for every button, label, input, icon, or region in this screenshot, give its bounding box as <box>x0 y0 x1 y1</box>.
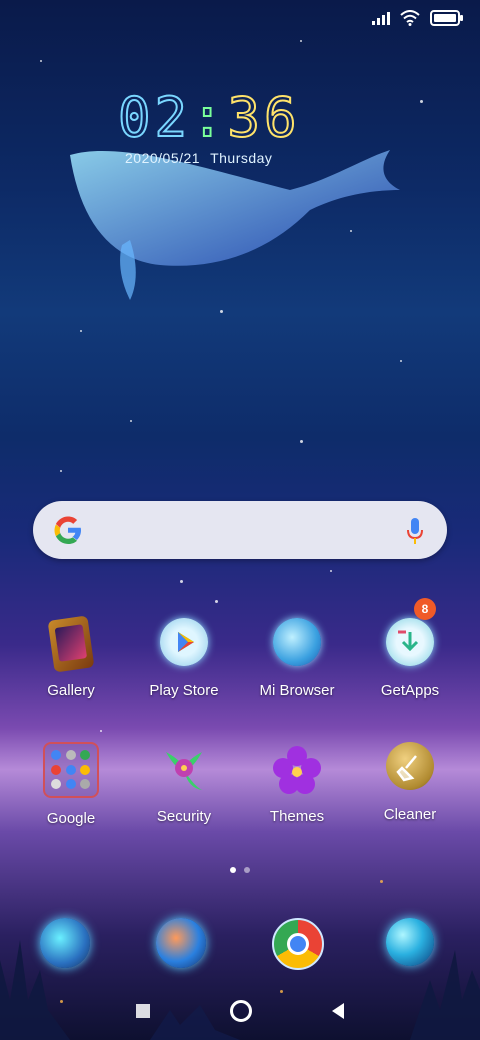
play-store-icon <box>160 618 208 666</box>
mi-browser-icon <box>273 618 321 666</box>
koi-app-icon <box>156 918 206 968</box>
mic-icon[interactable] <box>405 516 425 546</box>
clock-minutes: 36 <box>227 85 301 150</box>
app-themes[interactable]: Themes <box>242 742 352 825</box>
date-value: 2020/05/21 <box>125 150 201 166</box>
app-gallery[interactable]: Gallery <box>16 615 126 699</box>
app-cleaner[interactable]: Cleaner <box>355 742 465 823</box>
battery-icon <box>430 10 463 26</box>
clock-widget[interactable]: 02:36 <box>117 85 301 150</box>
app-label: GetApps <box>380 682 440 699</box>
dock-fish-app[interactable] <box>40 918 90 968</box>
app-play-store[interactable]: Play Store <box>129 618 239 699</box>
navigation-bar <box>0 1000 480 1022</box>
page-dot <box>244 867 250 873</box>
app-getapps[interactable]: 8 GetApps <box>355 598 465 699</box>
dock-sphere-app[interactable] <box>386 918 434 966</box>
google-search-bar[interactable] <box>33 501 447 559</box>
home-button[interactable] <box>230 1000 252 1022</box>
gallery-icon <box>47 615 95 673</box>
app-label: Security <box>156 808 212 825</box>
date-label: 2020/05/21 Thursday <box>125 150 282 166</box>
page-indicator <box>0 867 480 873</box>
app-label: Themes <box>269 808 325 825</box>
app-label: Play Store <box>149 682 219 699</box>
clock-hours: 02 <box>117 85 192 150</box>
security-flower-icon <box>156 742 212 798</box>
signal-icon <box>372 11 390 25</box>
wifi-icon <box>400 10 420 26</box>
google-g-icon <box>54 516 81 544</box>
page-dot-active <box>230 867 236 873</box>
folder-google[interactable]: Google <box>16 742 126 827</box>
status-bar <box>372 10 463 26</box>
app-label: Gallery <box>47 682 95 699</box>
app-label: Google <box>46 810 96 827</box>
sphere-app-icon <box>386 918 434 966</box>
back-button[interactable] <box>332 1003 344 1019</box>
app-security[interactable]: Security <box>129 742 239 825</box>
recents-button[interactable] <box>136 1004 150 1018</box>
clock-colon: : <box>190 85 228 150</box>
notification-badge: 8 <box>414 598 436 620</box>
themes-flower-icon <box>269 742 325 798</box>
getapps-icon: 8 <box>386 598 436 666</box>
chrome-icon <box>272 918 324 970</box>
dock-chrome[interactable] <box>272 918 324 970</box>
google-folder-icon <box>43 742 99 798</box>
fish-app-icon <box>40 918 90 968</box>
dock-koi-app[interactable] <box>156 918 206 968</box>
app-label: Cleaner <box>383 806 437 823</box>
weekday-value: Thursday <box>210 150 273 166</box>
cleaner-brush-icon <box>386 742 434 790</box>
app-label: Mi Browser <box>259 682 335 699</box>
app-mi-browser[interactable]: Mi Browser <box>242 618 352 699</box>
